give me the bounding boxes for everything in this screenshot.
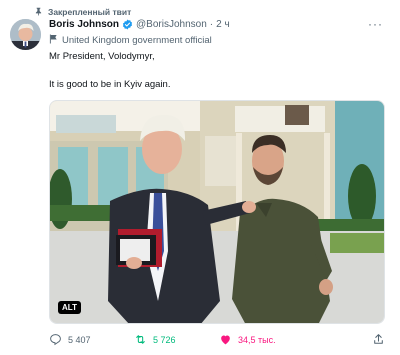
reply-count: 5 407 <box>68 335 91 345</box>
reply-button[interactable]: 5 407 <box>49 332 91 348</box>
action-bar: 5 407 5 726 34,5 тыс. <box>49 332 385 348</box>
share-icon <box>372 333 385 348</box>
tweet-time[interactable]: 2 ч <box>216 19 230 30</box>
avatar[interactable] <box>10 19 41 50</box>
retweet-icon <box>134 333 147 348</box>
government-label-text: United Kingdom government official <box>62 34 212 46</box>
tweet-photo[interactable]: ALT <box>49 100 385 324</box>
more-icon[interactable]: ··· <box>368 17 383 31</box>
pin-icon <box>34 7 43 18</box>
retweet-button[interactable]: 5 726 <box>134 332 176 348</box>
heart-icon <box>219 333 232 348</box>
separator-dot: · <box>209 18 214 30</box>
government-label[interactable]: United Kingdom government official <box>49 33 212 47</box>
share-button[interactable] <box>372 332 385 348</box>
pinned-label: Закрепленный твит <box>48 7 132 17</box>
verified-badge-icon <box>122 18 133 30</box>
author-name[interactable]: Boris Johnson <box>49 19 119 30</box>
flag-icon <box>49 34 58 47</box>
tweet-header: Boris Johnson @BorisJohnson · 2 ч ··· <box>49 17 389 31</box>
tweet-text-line1: Mr President, Volodymyr, <box>49 51 155 62</box>
retweet-count: 5 726 <box>153 335 176 345</box>
alt-badge[interactable]: ALT <box>58 301 81 314</box>
like-button[interactable]: 34,5 тыс. <box>219 332 276 348</box>
tweet-text-line2: It is good to be in Kyiv again. <box>49 79 171 90</box>
like-count: 34,5 тыс. <box>238 335 276 345</box>
reply-icon <box>49 333 62 348</box>
author-handle[interactable]: @BorisJohnson <box>136 19 207 30</box>
